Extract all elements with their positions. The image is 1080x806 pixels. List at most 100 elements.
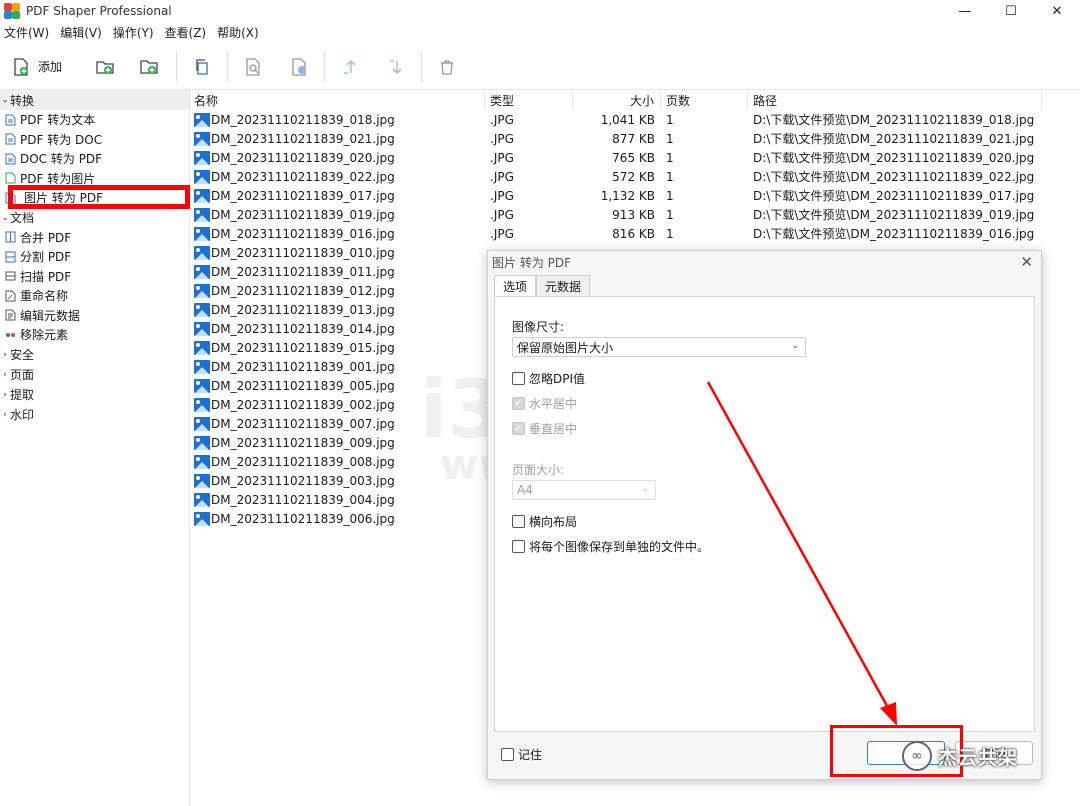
landscape-checkbox[interactable]: 横向布局 — [512, 513, 577, 530]
sidebar-item-merge-pdf[interactable]: 合并 PDF — [0, 228, 189, 248]
table-row[interactable]: DM_20231110211839_021.jpg .JPG 877 KB 1 D:\下… — [191, 129, 1080, 148]
copy-button[interactable] — [191, 50, 213, 84]
toolbar: 添加 — [0, 44, 1080, 90]
file-name: DM_20231110211839_021.jpg — [211, 131, 395, 146]
chevron-down-icon: ⌄ — [1, 95, 9, 105]
table-row[interactable]: DM_20231110211839_018.jpg .JPG 1,041 KB 1 D:… — [191, 110, 1080, 129]
menu-operation[interactable]: 操作(Y) — [109, 24, 161, 41]
file-name: DM_20231110211839_003.jpg — [211, 473, 395, 488]
move-down-button[interactable] — [385, 50, 407, 84]
file-path: D:\下载\文件预览\DM_20231110211839_016.jpg — [753, 227, 1035, 241]
file-path: D:\下载\文件预览\DM_20231110211839_022.jpg — [753, 170, 1035, 184]
file-type: .JPG — [490, 207, 514, 222]
file-name: DM_20231110211839_011.jpg — [211, 264, 395, 279]
page-size-value: A4 — [517, 483, 533, 497]
table-row[interactable]: DM_20231110211839_022.jpg .JPG 572 KB 1 D:\下… — [191, 167, 1080, 186]
add-files-button[interactable]: 添加 — [10, 50, 70, 84]
sidebar-item-split-pdf[interactable]: 分割 PDF — [0, 247, 189, 267]
file-name-cell: DM_20231110211839_022.jpg — [191, 169, 485, 184]
checkbox-box — [512, 540, 525, 553]
file-name-cell: DM_20231110211839_011.jpg — [191, 264, 485, 279]
file-name: DM_20231110211839_017.jpg — [211, 188, 395, 203]
sidebar-item-pdf-to-doc[interactable]: PDF 转为 DOC — [0, 130, 189, 150]
chevron-right-icon: › — [3, 389, 7, 400]
tab-metadata[interactable]: 元数据 — [536, 275, 591, 297]
col-size[interactable]: 大小 — [573, 90, 661, 110]
sidebar-item-edit-metadata[interactable]: 编辑元数据 — [0, 306, 189, 326]
app-logo-icon — [4, 3, 20, 19]
image-file-icon — [194, 226, 210, 241]
file-name: DM_20231110211839_002.jpg — [211, 397, 395, 412]
info-icon — [288, 56, 310, 78]
save-each-checkbox[interactable]: 将每个图像保存到单独的文件中。 — [512, 538, 709, 555]
image-file-icon — [194, 112, 210, 127]
menu-help[interactable]: 帮助(X) — [213, 24, 266, 41]
file-name-cell: DM_20231110211839_004.jpg — [191, 492, 485, 507]
h-center-checkbox[interactable]: ✓ 水平居中 — [512, 395, 577, 412]
table-row[interactable]: DM_20231110211839_016.jpg .JPG 816 KB 1 D:\下… — [191, 224, 1080, 243]
dialog-close-icon[interactable]: ✕ — [1020, 253, 1033, 271]
move-up-button[interactable] — [339, 50, 361, 84]
image-size-value: 保留原始图片大小 — [517, 340, 614, 355]
ignore-dpi-checkbox[interactable]: 忽略DPI值 — [512, 370, 585, 387]
minimize-button[interactable]: — — [942, 0, 988, 22]
metadata-icon — [4, 309, 16, 321]
add-subfolder-icon — [138, 56, 160, 78]
merge-icon — [4, 231, 16, 243]
table-row[interactable]: DM_20231110211839_019.jpg .JPG 913 KB 1 D:\下… — [191, 205, 1080, 224]
file-name: DM_20231110211839_009.jpg — [211, 435, 395, 450]
add-label: 添加 — [38, 60, 63, 74]
col-type[interactable]: 类型 — [485, 90, 573, 110]
menu-view[interactable]: 查看(Z) — [161, 24, 214, 41]
file-name: DM_20231110211839_012.jpg — [211, 283, 395, 298]
group-security[interactable]: › 安全 — [0, 345, 189, 365]
info-button[interactable] — [288, 50, 310, 84]
file-type: .JPG — [490, 112, 514, 127]
file-name-cell: DM_20231110211839_005.jpg — [191, 378, 485, 393]
file-type: .JPG — [490, 226, 514, 241]
preview-button[interactable] — [242, 50, 264, 84]
file-size: 572 KB — [612, 169, 655, 184]
file-size: 913 KB — [612, 207, 655, 222]
sidebar-item-doc-to-pdf[interactable]: DOC 转为 PDF — [0, 149, 189, 169]
tab-options[interactable]: 选项 — [494, 275, 537, 297]
group-extract[interactable]: › 提取 — [0, 385, 189, 405]
file-name: DM_20231110211839_019.jpg — [211, 207, 395, 222]
image-size-select[interactable]: 保留原始图片大小 ⌄ — [512, 337, 806, 357]
file-path: D:\下载\文件预览\DM_20231110211839_020.jpg — [753, 151, 1035, 165]
file-type: .JPG — [490, 188, 514, 203]
file-name-cell: DM_20231110211839_001.jpg — [191, 359, 485, 374]
close-button[interactable]: ✕ — [1034, 0, 1080, 22]
sidebar-item-remove-elements[interactable]: 移除元素 — [0, 325, 189, 345]
add-subfolder-button[interactable] — [138, 50, 160, 84]
file-name: DM_20231110211839_005.jpg — [211, 378, 395, 393]
doc-text-icon — [4, 114, 16, 126]
image-to-pdf-dialog: 图片 转为 PDF ✕ 选项 元数据 图像尺寸: 保留原始图片大小 ⌄ 忽略DP… — [487, 250, 1042, 780]
col-name[interactable]: 名称 — [191, 90, 485, 110]
sidebar-item-scan-pdf[interactable]: 扫描 PDF — [0, 267, 189, 287]
col-path[interactable]: 路径 — [748, 90, 1042, 110]
v-center-checkbox[interactable]: ✓ 垂直居中 — [512, 420, 577, 437]
sidebar-item-pdf-to-text[interactable]: PDF 转为文本 — [0, 110, 189, 130]
group-convert[interactable]: ⌄ 转换 — [0, 90, 189, 110]
file-size: 816 KB — [612, 226, 655, 241]
group-pages[interactable]: › 页面 — [0, 365, 189, 385]
add-folder-button[interactable] — [94, 50, 116, 84]
delete-button[interactable] — [436, 50, 458, 84]
sidebar-item-rename[interactable]: 重命名称 — [0, 286, 189, 306]
page-size-select[interactable]: A4 ⌄ — [512, 480, 656, 500]
group-document[interactable]: ⌄ 文档 — [0, 208, 189, 228]
group-watermark[interactable]: › 水印 — [0, 405, 189, 425]
table-row[interactable]: DM_20231110211839_020.jpg .JPG 765 KB 1 D:\下… — [191, 148, 1080, 167]
menu-edit[interactable]: 编辑(V) — [56, 24, 109, 41]
image-file-icon — [194, 169, 210, 184]
file-name: DM_20231110211839_013.jpg — [211, 302, 395, 317]
check-icon: ✓ — [512, 422, 525, 435]
menu-file[interactable]: 文件(W) — [0, 24, 56, 41]
file-name: DM_20231110211839_008.jpg — [211, 454, 395, 469]
table-row[interactable]: DM_20231110211839_017.jpg .JPG 1,132 KB 1 D:… — [191, 186, 1080, 205]
col-pages[interactable]: 页数 — [661, 90, 748, 110]
maximize-button[interactable]: ☐ — [988, 0, 1034, 22]
remember-checkbox[interactable]: 记住 — [501, 746, 542, 763]
image-file-icon — [194, 378, 210, 393]
